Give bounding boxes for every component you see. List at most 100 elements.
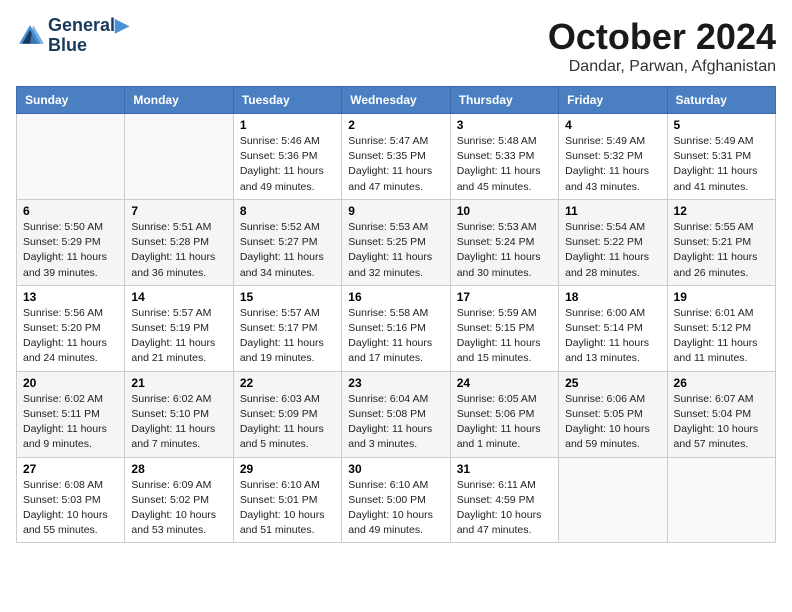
day-info: Sunrise: 5:53 AMSunset: 5:24 PMDaylight:… [457, 220, 552, 281]
day-info: Sunrise: 6:05 AMSunset: 5:06 PMDaylight:… [457, 392, 552, 453]
day-number: 16 [348, 290, 443, 304]
calendar-cell: 7 Sunrise: 5:51 AMSunset: 5:28 PMDaylight… [125, 199, 233, 285]
title-block: October 2024 Dandar, Parwan, Afghanistan [548, 16, 776, 76]
calendar-cell: 13 Sunrise: 5:56 AMSunset: 5:20 PMDayligh… [17, 285, 125, 371]
day-info: Sunrise: 6:11 AMSunset: 4:59 PMDaylight:… [457, 478, 552, 539]
day-number: 3 [457, 118, 552, 132]
day-info: Sunrise: 5:54 AMSunset: 5:22 PMDaylight:… [565, 220, 660, 281]
day-info: Sunrise: 5:58 AMSunset: 5:16 PMDaylight:… [348, 306, 443, 367]
month-title: October 2024 [548, 16, 776, 58]
day-info: Sunrise: 5:56 AMSunset: 5:20 PMDaylight:… [23, 306, 118, 367]
day-number: 30 [348, 462, 443, 476]
day-info: Sunrise: 6:01 AMSunset: 5:12 PMDaylight:… [674, 306, 769, 367]
calendar-cell: 4 Sunrise: 5:49 AMSunset: 5:32 PMDaylight… [559, 114, 667, 200]
calendar-header-row: SundayMondayTuesdayWednesdayThursdayFrid… [17, 87, 776, 114]
calendar-cell: 28 Sunrise: 6:09 AMSunset: 5:02 PMDayligh… [125, 457, 233, 543]
calendar-cell: 16 Sunrise: 5:58 AMSunset: 5:16 PMDayligh… [342, 285, 450, 371]
day-info: Sunrise: 5:50 AMSunset: 5:29 PMDaylight:… [23, 220, 118, 281]
calendar-cell: 6 Sunrise: 5:50 AMSunset: 5:29 PMDaylight… [17, 199, 125, 285]
day-number: 20 [23, 376, 118, 390]
logo: General▶ Blue [16, 16, 129, 56]
calendar-cell [559, 457, 667, 543]
calendar-cell: 30 Sunrise: 6:10 AMSunset: 5:00 PMDayligh… [342, 457, 450, 543]
day-number: 28 [131, 462, 226, 476]
day-number: 18 [565, 290, 660, 304]
calendar-cell: 19 Sunrise: 6:01 AMSunset: 5:12 PMDayligh… [667, 285, 775, 371]
day-info: Sunrise: 5:59 AMSunset: 5:15 PMDaylight:… [457, 306, 552, 367]
calendar-cell: 17 Sunrise: 5:59 AMSunset: 5:15 PMDayligh… [450, 285, 558, 371]
day-number: 25 [565, 376, 660, 390]
logo-icon [16, 22, 44, 50]
calendar-week-row: 13 Sunrise: 5:56 AMSunset: 5:20 PMDayligh… [17, 285, 776, 371]
day-number: 26 [674, 376, 769, 390]
day-info: Sunrise: 5:49 AMSunset: 5:32 PMDaylight:… [565, 134, 660, 195]
day-number: 24 [457, 376, 552, 390]
day-info: Sunrise: 6:02 AMSunset: 5:10 PMDaylight:… [131, 392, 226, 453]
location-title: Dandar, Parwan, Afghanistan [548, 58, 776, 76]
calendar-cell: 21Sunrise: 6:02 AMSunset: 5:10 PMDayligh… [125, 371, 233, 457]
day-number: 9 [348, 204, 443, 218]
day-info: Sunrise: 6:04 AMSunset: 5:08 PMDaylight:… [348, 392, 443, 453]
day-number: 11 [565, 204, 660, 218]
day-info: Sunrise: 6:09 AMSunset: 5:02 PMDaylight:… [131, 478, 226, 539]
day-number: 14 [131, 290, 226, 304]
day-info: Sunrise: 6:08 AMSunset: 5:03 PMDaylight:… [23, 478, 118, 539]
calendar-col-header: Thursday [450, 87, 558, 114]
day-number: 12 [674, 204, 769, 218]
calendar-cell: 25 Sunrise: 6:06 AMSunset: 5:05 PMDayligh… [559, 371, 667, 457]
calendar-cell [125, 114, 233, 200]
calendar-cell: 23Sunrise: 6:04 AMSunset: 5:08 PMDayligh… [342, 371, 450, 457]
calendar-week-row: 20 Sunrise: 6:02 AMSunset: 5:11 PMDayligh… [17, 371, 776, 457]
calendar-cell: 15 Sunrise: 5:57 AMSunset: 5:17 PMDayligh… [233, 285, 341, 371]
day-number: 31 [457, 462, 552, 476]
day-info: Sunrise: 6:06 AMSunset: 5:05 PMDaylight:… [565, 392, 660, 453]
calendar-col-header: Tuesday [233, 87, 341, 114]
calendar-col-header: Friday [559, 87, 667, 114]
day-info: Sunrise: 5:47 AMSunset: 5:35 PMDaylight:… [348, 134, 443, 195]
day-number: 4 [565, 118, 660, 132]
calendar-cell: 24 Sunrise: 6:05 AMSunset: 5:06 PMDayligh… [450, 371, 558, 457]
day-info: Sunrise: 5:53 AMSunset: 5:25 PMDaylight:… [348, 220, 443, 281]
day-number: 13 [23, 290, 118, 304]
day-info: Sunrise: 5:52 AMSunset: 5:27 PMDaylight:… [240, 220, 335, 281]
day-info: Sunrise: 5:51 AMSunset: 5:28 PMDaylight:… [131, 220, 226, 281]
calendar-col-header: Saturday [667, 87, 775, 114]
day-number: 6 [23, 204, 118, 218]
calendar-cell: 10Sunrise: 5:53 AMSunset: 5:24 PMDayligh… [450, 199, 558, 285]
day-info: Sunrise: 6:07 AMSunset: 5:04 PMDaylight:… [674, 392, 769, 453]
day-number: 2 [348, 118, 443, 132]
day-number: 27 [23, 462, 118, 476]
day-info: Sunrise: 6:00 AMSunset: 5:14 PMDaylight:… [565, 306, 660, 367]
day-info: Sunrise: 6:02 AMSunset: 5:11 PMDaylight:… [23, 392, 118, 453]
day-info: Sunrise: 6:03 AMSunset: 5:09 PMDaylight:… [240, 392, 335, 453]
day-number: 7 [131, 204, 226, 218]
calendar-body: 1Sunrise: 5:46 AMSunset: 5:36 PMDaylight… [17, 114, 776, 543]
calendar-cell: 2 Sunrise: 5:47 AMSunset: 5:35 PMDaylight… [342, 114, 450, 200]
day-number: 1 [240, 118, 335, 132]
calendar-cell: 29 Sunrise: 6:10 AMSunset: 5:01 PMDayligh… [233, 457, 341, 543]
day-info: Sunrise: 5:57 AMSunset: 5:17 PMDaylight:… [240, 306, 335, 367]
calendar-cell: 20 Sunrise: 6:02 AMSunset: 5:11 PMDayligh… [17, 371, 125, 457]
day-number: 29 [240, 462, 335, 476]
calendar-cell: 5Sunrise: 5:49 AMSunset: 5:31 PMDaylight… [667, 114, 775, 200]
calendar-cell: 8Sunrise: 5:52 AMSunset: 5:27 PMDaylight… [233, 199, 341, 285]
calendar-cell: 31 Sunrise: 6:11 AMSunset: 4:59 PMDayligh… [450, 457, 558, 543]
calendar-cell: 1Sunrise: 5:46 AMSunset: 5:36 PMDaylight… [233, 114, 341, 200]
day-info: Sunrise: 5:57 AMSunset: 5:19 PMDaylight:… [131, 306, 226, 367]
day-number: 15 [240, 290, 335, 304]
calendar-week-row: 27 Sunrise: 6:08 AMSunset: 5:03 PMDayligh… [17, 457, 776, 543]
day-number: 19 [674, 290, 769, 304]
day-number: 17 [457, 290, 552, 304]
day-info: Sunrise: 6:10 AMSunset: 5:00 PMDaylight:… [348, 478, 443, 539]
calendar-cell: 14 Sunrise: 5:57 AMSunset: 5:19 PMDayligh… [125, 285, 233, 371]
calendar-week-row: 1Sunrise: 5:46 AMSunset: 5:36 PMDaylight… [17, 114, 776, 200]
calendar-cell: 22 Sunrise: 6:03 AMSunset: 5:09 PMDayligh… [233, 371, 341, 457]
calendar-col-header: Sunday [17, 87, 125, 114]
calendar-week-row: 6 Sunrise: 5:50 AMSunset: 5:29 PMDaylight… [17, 199, 776, 285]
day-number: 22 [240, 376, 335, 390]
day-info: Sunrise: 5:49 AMSunset: 5:31 PMDaylight:… [674, 134, 769, 195]
day-info: Sunrise: 5:55 AMSunset: 5:21 PMDaylight:… [674, 220, 769, 281]
day-info: Sunrise: 6:10 AMSunset: 5:01 PMDaylight:… [240, 478, 335, 539]
calendar-cell: 3Sunrise: 5:48 AMSunset: 5:33 PMDaylight… [450, 114, 558, 200]
calendar-cell: 9 Sunrise: 5:53 AMSunset: 5:25 PMDaylight… [342, 199, 450, 285]
